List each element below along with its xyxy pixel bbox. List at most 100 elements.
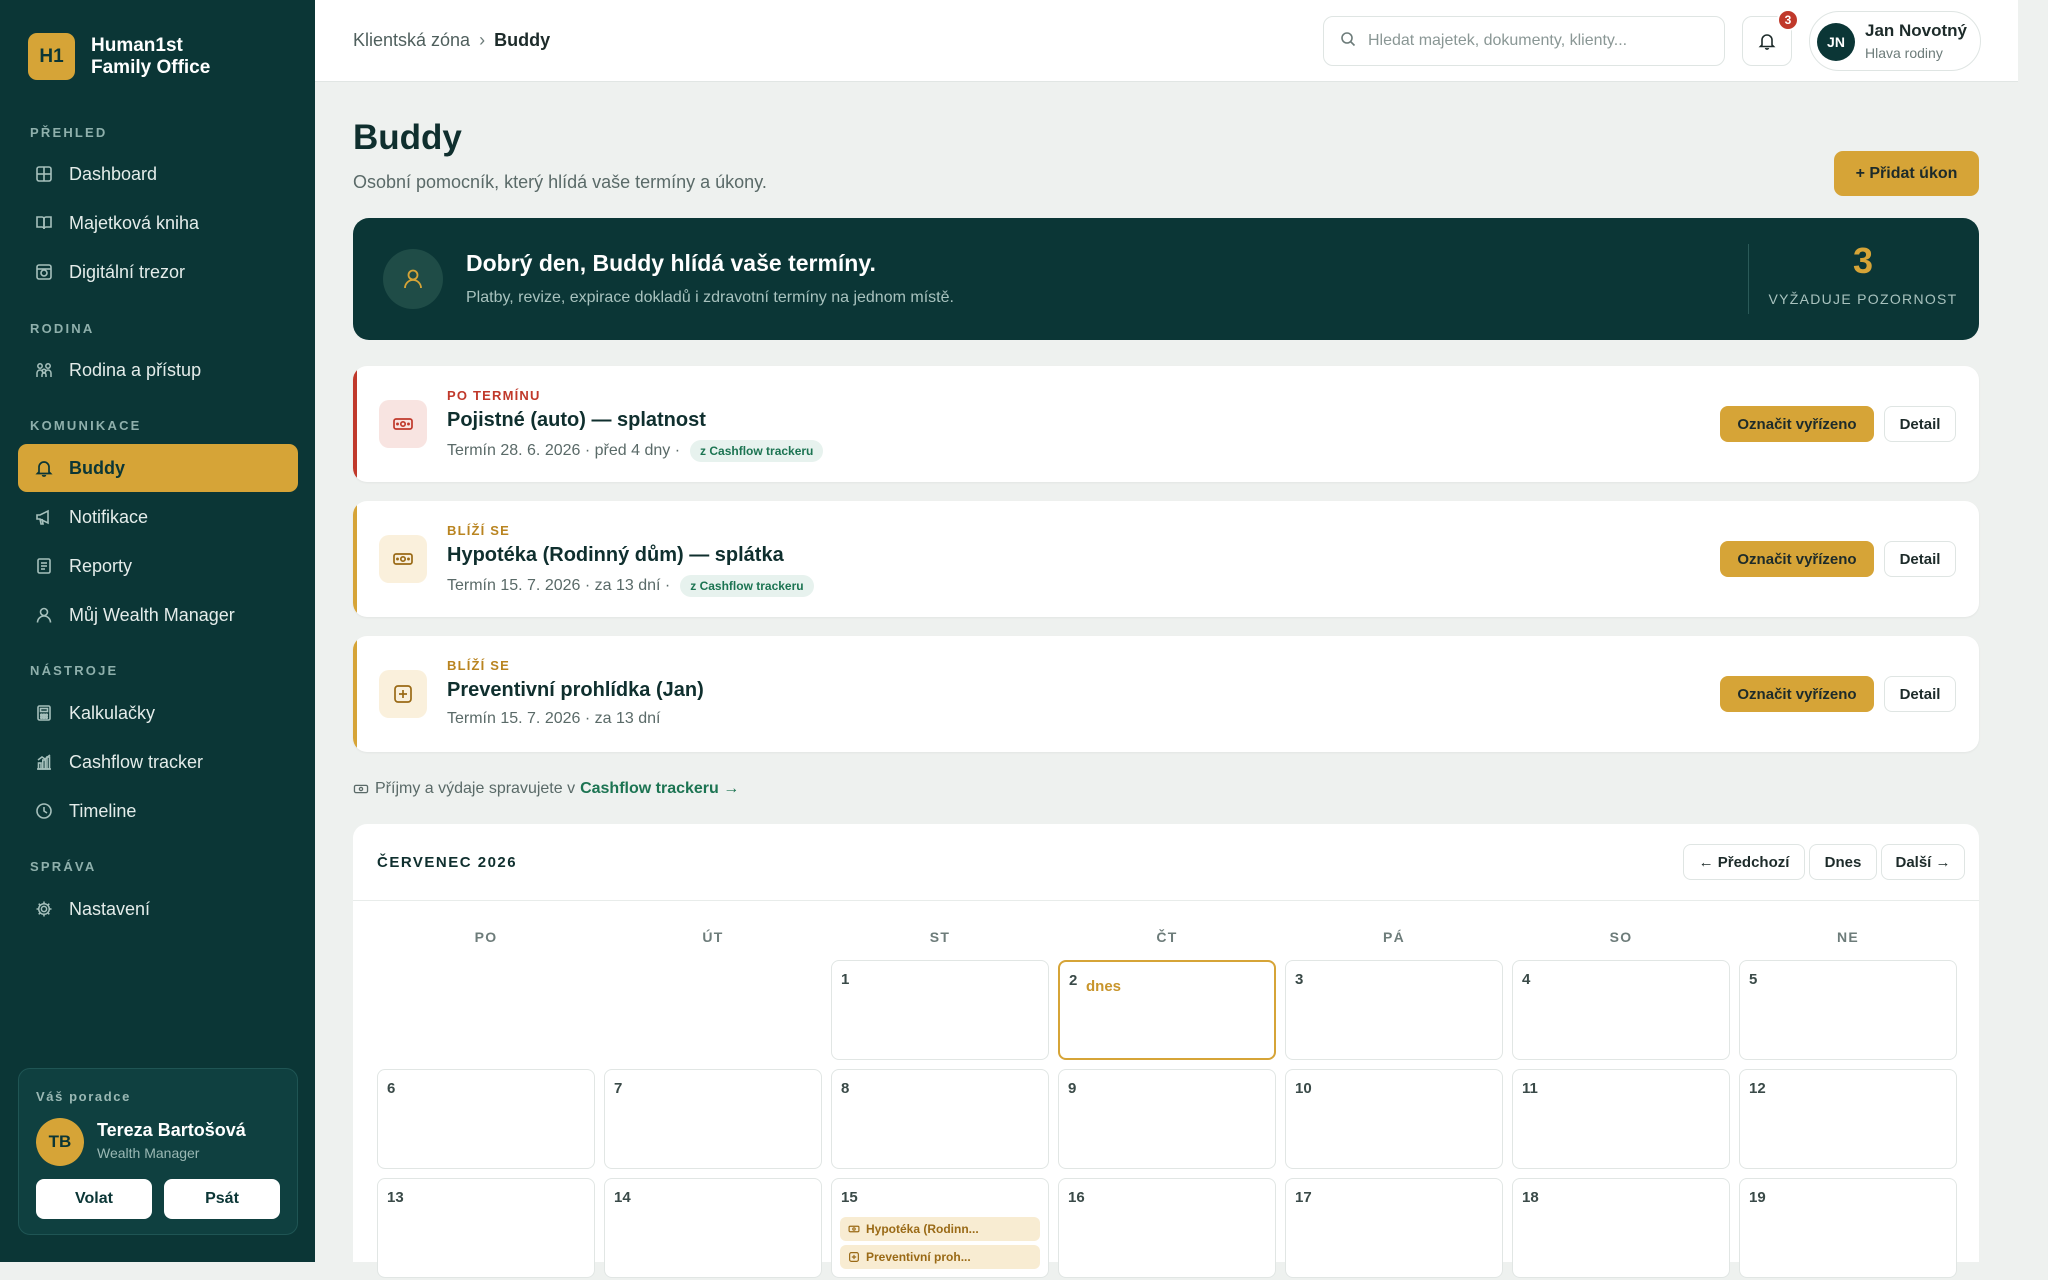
advisor-avatar: TB: [36, 1118, 84, 1166]
calendar-event[interactable]: Preventivní proh...: [840, 1245, 1040, 1269]
sidebar-item-wealth-manager[interactable]: Můj Wealth Manager: [18, 591, 298, 639]
calendar-day[interactable]: 6: [377, 1069, 595, 1169]
advisor-call-button[interactable]: Volat: [36, 1179, 152, 1219]
mark-done-button[interactable]: Označit vyřízeno: [1720, 676, 1874, 712]
calendar-day[interactable]: 11: [1512, 1069, 1730, 1169]
sidebar-item-cashflow-tracker[interactable]: Cashflow tracker: [18, 738, 298, 786]
calendar-day[interactable]: 4: [1512, 960, 1730, 1060]
sidebar-item-nastaveni[interactable]: Nastavení: [18, 885, 298, 933]
calendar-day[interactable]: 19: [1739, 1178, 1957, 1278]
sidebar-item-timeline[interactable]: Timeline: [18, 787, 298, 835]
search-placeholder: Hledat majetek, dokumenty, klienty...: [1368, 32, 1628, 49]
task-due: Termín 28. 6. 2026 · před 4 dny ·: [447, 442, 681, 459]
calendar-day-number: 15: [841, 1189, 858, 1206]
task-status-bar: [353, 366, 357, 482]
sidebar-item-reporty[interactable]: Reporty: [18, 542, 298, 590]
hero-title: Dobrý den, Buddy hlídá vaše termíny.: [466, 250, 876, 276]
medical-plus-icon: [848, 1251, 860, 1263]
calendar-weekday: PO: [474, 929, 498, 945]
breadcrumb-current: Buddy: [494, 30, 551, 50]
calendar-day-number: 5: [1749, 971, 1758, 988]
add-task-button[interactable]: + Přidat úkon: [1834, 151, 1979, 196]
calendar-event[interactable]: Hypotéka (Rodinn...: [840, 1217, 1040, 1241]
calendar-day[interactable]: 13: [377, 1178, 595, 1278]
nav-section-nastroje: NÁSTROJE: [30, 663, 119, 678]
calendar-day[interactable]: 8: [831, 1069, 1049, 1169]
megaphone-icon: [34, 507, 54, 527]
task-card: BLÍŽÍ SE Hypotéka (Rodinný dům) — splátk…: [353, 501, 1979, 617]
search-icon: [1340, 31, 1356, 52]
task-card: BLÍŽÍ SE Preventivní prohlídka (Jan) Ter…: [353, 636, 1979, 752]
breadcrumb-root[interactable]: Klientská zóna: [353, 30, 470, 50]
calendar-day-number: 12: [1749, 1080, 1766, 1097]
task-status: BLÍŽÍ SE: [447, 658, 511, 673]
sidebar-item-digitalni-trezor[interactable]: Digitální trezor: [18, 248, 298, 296]
buddy-hero-banner: Dobrý den, Buddy hlídá vaše termíny. Pla…: [353, 218, 1979, 340]
detail-button[interactable]: Detail: [1884, 676, 1956, 712]
calendar: ČERVENEC 2026 ← Předchozí Dnes Další → P…: [353, 824, 1979, 1278]
calendar-prev-button[interactable]: ← Předchozí: [1683, 844, 1805, 880]
task-due: Termín 15. 7. 2026 · za 13 dní: [447, 710, 661, 727]
user-name: Jan Novotný: [1865, 21, 1968, 40]
detail-button[interactable]: Detail: [1884, 406, 1956, 442]
user-menu[interactable]: JN Jan Novotný Hlava rodiny: [1809, 11, 1981, 71]
calendar-day[interactable]: 15 Hypotéka (Rodinn... Preventivní proh...: [831, 1178, 1049, 1278]
sidebar-item-label: Digitální trezor: [69, 261, 186, 282]
task-status-bar: [353, 636, 357, 752]
task-source-tag[interactable]: z Cashflow trackeru: [680, 575, 814, 597]
sidebar-item-label: Majetková kniha: [69, 212, 200, 233]
user-avatar: JN: [1817, 23, 1855, 61]
calendar-day-number: 9: [1068, 1080, 1077, 1097]
calendar-event-label: Preventivní proh...: [866, 1250, 971, 1264]
sidebar-item-label: Reporty: [69, 555, 133, 576]
sidebar-item-kalkulacky[interactable]: Kalkulačky: [18, 689, 298, 737]
report-icon: [34, 556, 54, 576]
search-input[interactable]: Hledat majetek, dokumenty, klienty...: [1323, 16, 1725, 66]
calendar-day[interactable]: 16: [1058, 1178, 1276, 1278]
calendar-day-today[interactable]: 2 dnes: [1058, 960, 1276, 1060]
breadcrumb-separator: ›: [479, 30, 486, 50]
nav-section-prehled: PŘEHLED: [30, 125, 108, 140]
calendar-day[interactable]: 3: [1285, 960, 1503, 1060]
sidebar-item-majetkova-kniha[interactable]: Majetková kniha: [18, 199, 298, 247]
sidebar-item-dashboard[interactable]: Dashboard: [18, 150, 298, 198]
sidebar-item-notifikace[interactable]: Notifikace: [18, 493, 298, 541]
calculator-icon: [34, 703, 54, 723]
task-meta: Termín 15. 7. 2026 · za 13 dní: [447, 710, 660, 728]
advisor-write-button[interactable]: Psát: [164, 1179, 280, 1219]
page-subtitle: Osobní pomocník, který hlídá vaše termín…: [353, 172, 767, 192]
detail-button[interactable]: Detail: [1884, 541, 1956, 577]
sidebar-item-label: Dashboard: [69, 163, 158, 184]
mark-done-button[interactable]: Označit vyřízeno: [1720, 406, 1874, 442]
calendar-day-number: 6: [387, 1080, 396, 1097]
calendar-day[interactable]: 10: [1285, 1069, 1503, 1169]
calendar-day-number: 16: [1068, 1189, 1085, 1206]
calendar-day[interactable]: 7: [604, 1069, 822, 1169]
sidebar-item-buddy[interactable]: Buddy: [18, 444, 298, 492]
task-due: Termín 15. 7. 2026 · za 13 dní ·: [447, 577, 671, 594]
mark-done-button[interactable]: Označit vyřízeno: [1720, 541, 1874, 577]
brand-logo[interactable]: H1 Human1st Family Office: [28, 33, 210, 80]
calendar-day[interactable]: 18: [1512, 1178, 1730, 1278]
calendar-day-number: 7: [614, 1080, 623, 1097]
brand-badge: H1: [28, 33, 75, 80]
brand-line-1: Human1st: [91, 34, 183, 56]
nav-section-sprava: SPRÁVA: [30, 859, 97, 874]
calendar-day[interactable]: 1: [831, 960, 1049, 1060]
calendar-day[interactable]: 17: [1285, 1178, 1503, 1278]
calendar-day[interactable]: 5: [1739, 960, 1957, 1060]
notifications-button[interactable]: 3: [1742, 9, 1799, 66]
calendar-day[interactable]: 14: [604, 1178, 822, 1278]
sidebar-item-label: Kalkulačky: [69, 702, 156, 723]
calendar-next-button[interactable]: Další →: [1881, 844, 1965, 880]
money-icon: [379, 400, 427, 448]
calendar-day[interactable]: 12: [1739, 1069, 1957, 1169]
cashflow-tracker-link[interactable]: Cashflow trackeru →: [580, 780, 739, 798]
attention-count: 3: [1852, 240, 1874, 281]
task-source-tag[interactable]: z Cashflow trackeru: [690, 440, 824, 462]
book-icon: [34, 213, 54, 233]
bell-icon: [34, 458, 54, 478]
calendar-today-button[interactable]: Dnes: [1809, 844, 1877, 880]
calendar-day[interactable]: 9: [1058, 1069, 1276, 1169]
sidebar-item-rodina[interactable]: Rodina a přístup: [18, 346, 298, 394]
